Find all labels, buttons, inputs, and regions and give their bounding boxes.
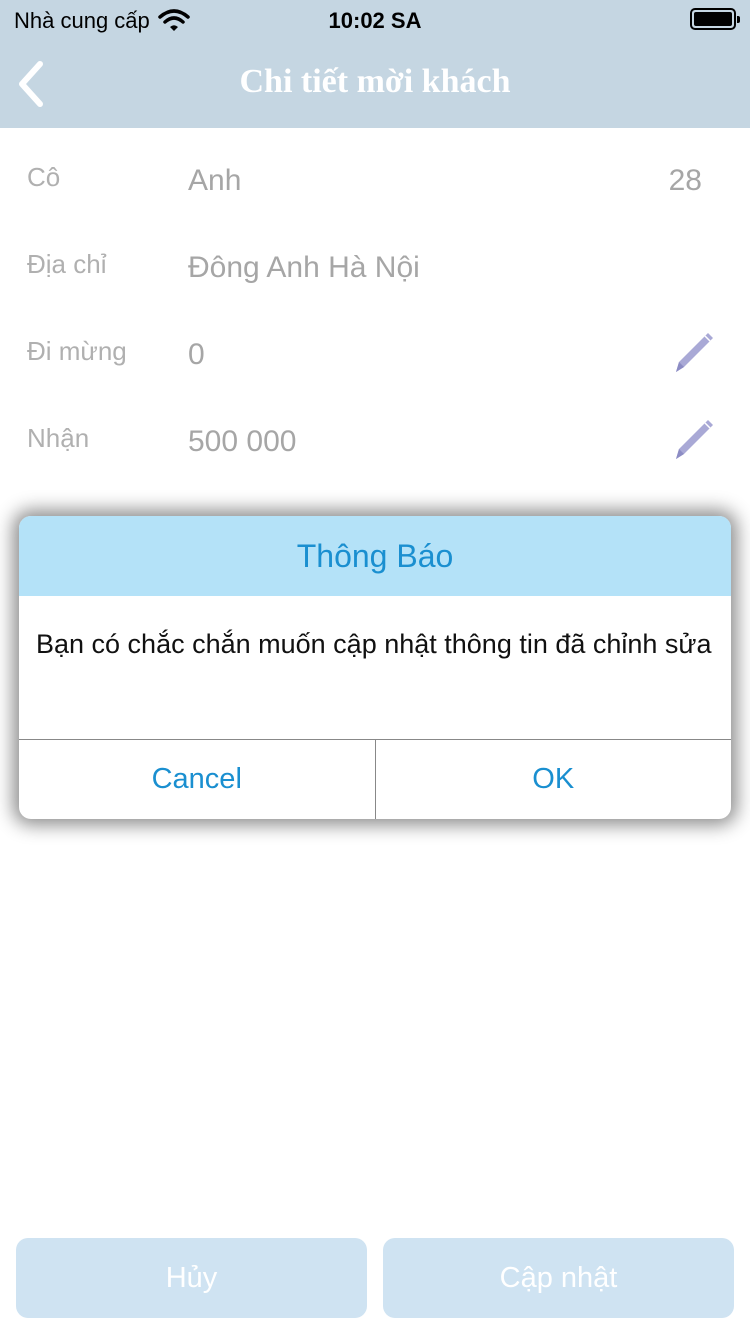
dialog-message: Bạn có chắc chắn muốn cập nhật thông tin… xyxy=(36,629,712,659)
dialog-actions: Cancel OK xyxy=(19,739,731,819)
dialog-cancel-button[interactable]: Cancel xyxy=(19,740,376,819)
confirm-dialog: Thông Báo Bạn có chắc chắn muốn cập nhật… xyxy=(19,516,731,819)
dialog-title: Thông Báo xyxy=(19,516,731,596)
dialog-ok-button[interactable]: OK xyxy=(376,740,732,819)
screen: Nhà cung cấp 10:02 SA Chi tiết mời khách… xyxy=(0,0,750,1334)
